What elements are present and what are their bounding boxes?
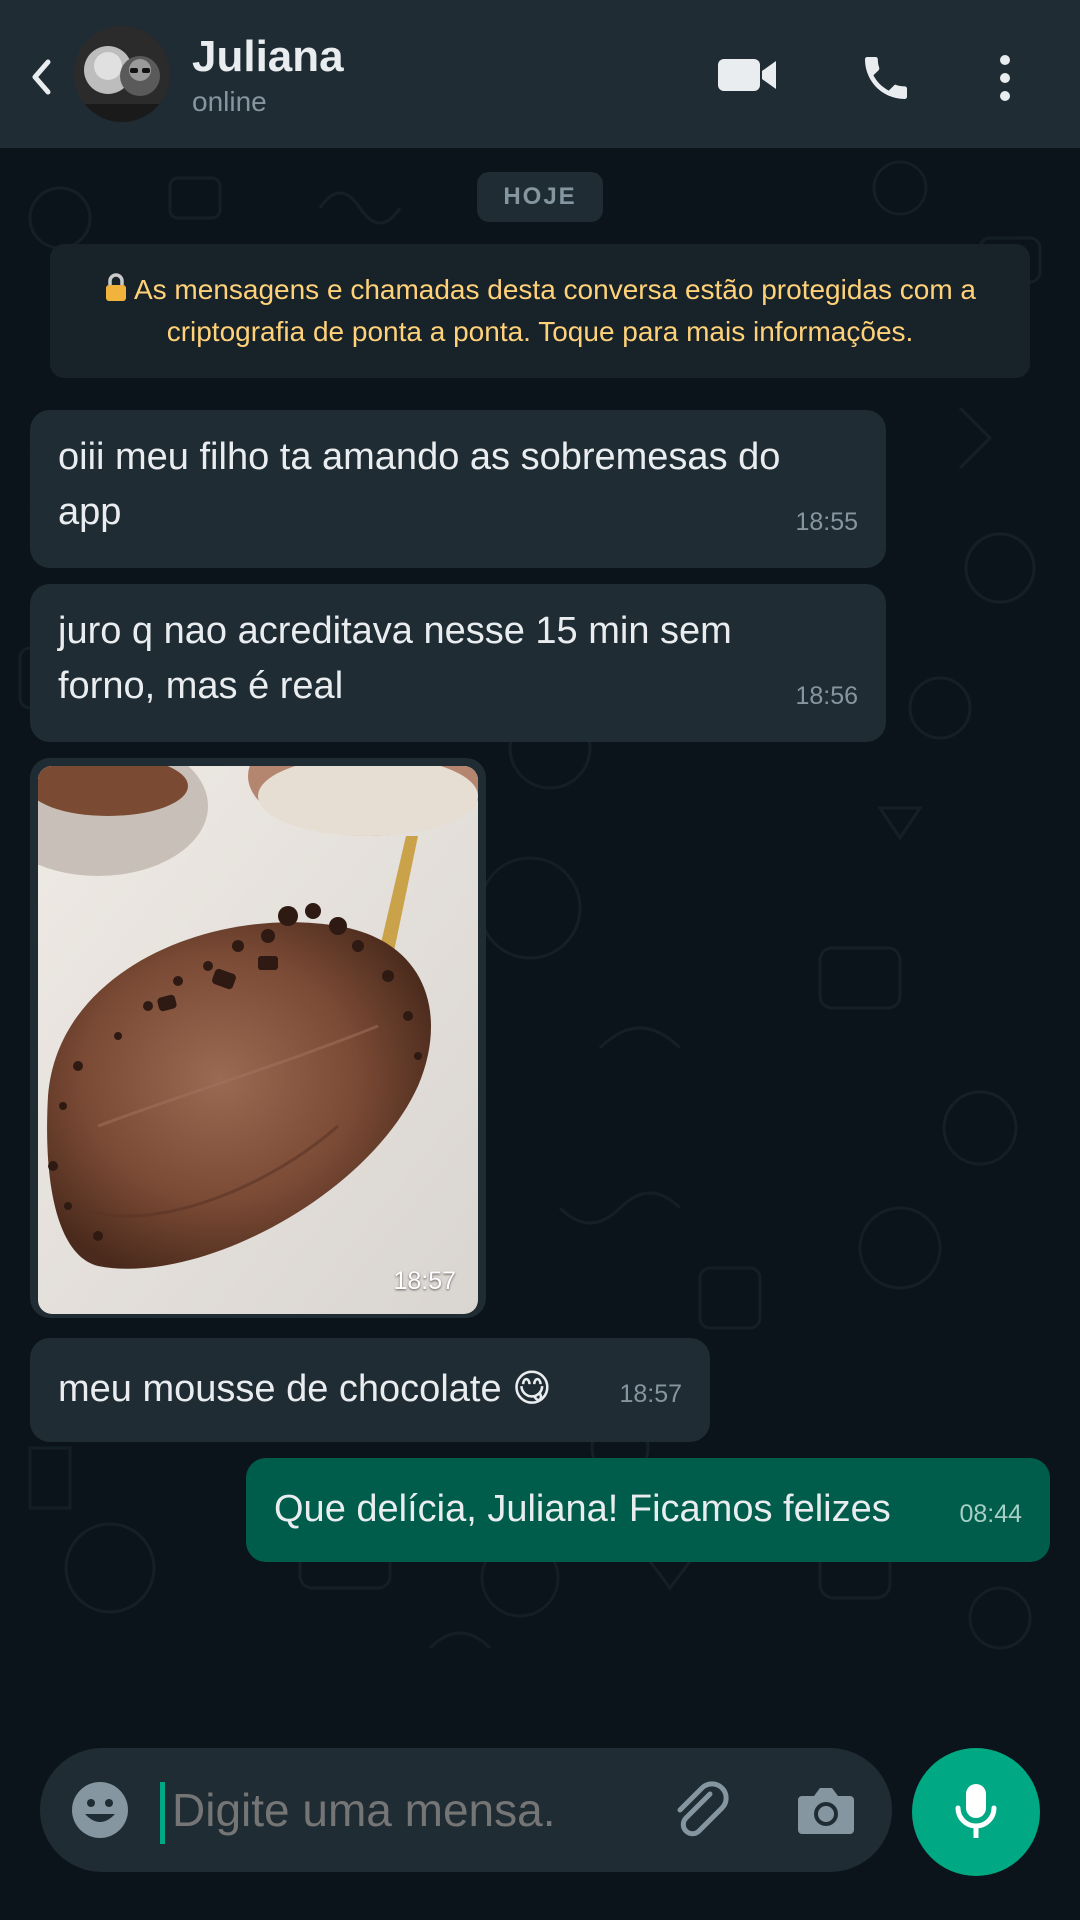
microphone-icon [955,1784,997,1838]
contact-avatar[interactable] [74,26,170,122]
video-call-button[interactable] [716,50,780,100]
phone-icon [865,57,907,99]
message-time: 18:55 [795,508,858,536]
composer-bar [0,1700,1080,1920]
camera-icon [798,1788,854,1834]
chocolate-mousse-image[interactable]: 18:57 [38,766,478,1314]
camera-button[interactable] [796,1782,856,1838]
emoji-button[interactable] [70,1780,130,1840]
image-message-bubble[interactable]: 18:57 [30,758,486,1318]
chat-header: Juliana online [0,0,1080,148]
contact-name[interactable]: Juliana [192,32,344,82]
message-input[interactable] [172,1776,552,1844]
message-input-container[interactable] [40,1748,892,1872]
back-button[interactable] [26,52,56,102]
attach-button[interactable] [670,1780,734,1842]
voice-message-button[interactable] [912,1748,1040,1876]
paperclip-icon [677,1781,729,1837]
message-text: oiii meu filho ta amando as sobremesas d… [58,436,781,478]
message-text: Que delícia, Juliana! Ficamos felizes [274,1488,891,1530]
message-bubble[interactable]: oiii meu filho ta amando as sobremesas d… [30,410,886,568]
outgoing-message-bubble[interactable]: Que delícia, Juliana! Ficamos felizes 08… [246,1458,1050,1562]
message-time: 18:57 [393,1267,456,1295]
voice-call-button[interactable] [856,50,916,106]
message-bubble[interactable]: juro q nao acreditava nesse 15 min sem f… [30,584,886,742]
message-text: forno, mas é real [58,665,344,707]
back-arrow-icon [32,59,51,95]
message-time: 18:56 [795,682,858,710]
chat-area[interactable]: HOJE As mensagens e chamadas desta conve… [0,148,1080,1700]
contact-status: online [192,86,267,117]
message-text: app [58,491,122,533]
emoji-icon [72,1782,128,1838]
message-text: meu mousse de chocolate 😋 [58,1368,552,1410]
more-options-button[interactable] [990,50,1020,106]
message-text: juro q nao acreditava nesse 15 min sem [58,610,732,652]
encryption-notice[interactable]: As mensagens e chamadas desta conversa e… [50,244,1030,378]
text-cursor [160,1782,165,1844]
message-time: 18:57 [619,1380,682,1408]
message-time: 08:44 [959,1500,1022,1528]
more-vertical-icon [1000,55,1010,101]
message-bubble[interactable]: meu mousse de chocolate 😋 18:57 [30,1338,710,1442]
date-chip: HOJE [477,172,603,222]
encryption-notice-text: As mensagens e chamadas desta conversa e… [133,274,977,347]
video-call-icon [718,59,776,91]
lock-icon [105,273,126,301]
